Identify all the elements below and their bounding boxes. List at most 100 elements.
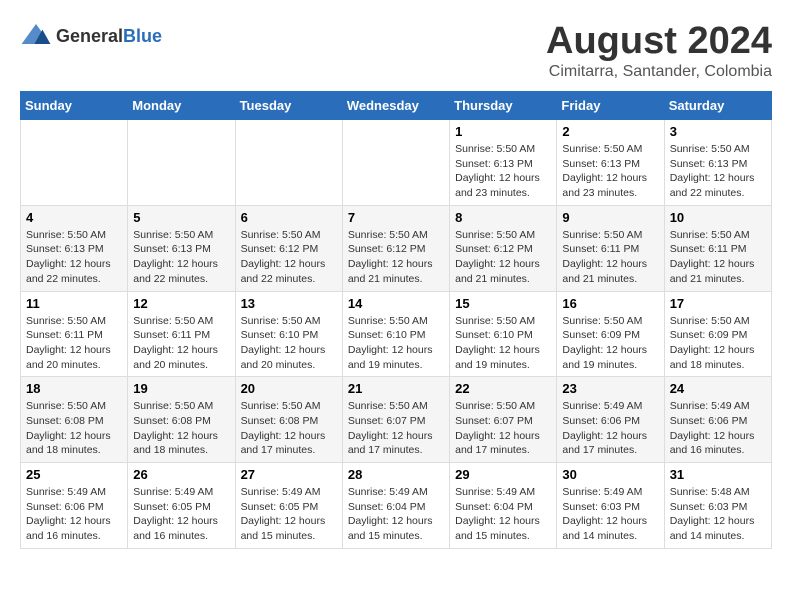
day-info: Sunrise: 5:50 AM Sunset: 6:11 PM Dayligh… bbox=[562, 228, 658, 287]
day-cell bbox=[235, 120, 342, 206]
day-info: Sunrise: 5:49 AM Sunset: 6:04 PM Dayligh… bbox=[348, 485, 444, 544]
day-cell: 14 Sunrise: 5:50 AM Sunset: 6:10 PM Dayli… bbox=[342, 291, 449, 377]
day-cell: 24 Sunrise: 5:49 AM Sunset: 6:06 PM Dayli… bbox=[664, 377, 771, 463]
day-info: Sunrise: 5:50 AM Sunset: 6:11 PM Dayligh… bbox=[670, 228, 766, 287]
day-cell: 20 Sunrise: 5:50 AM Sunset: 6:08 PM Dayli… bbox=[235, 377, 342, 463]
day-cell: 26Sunrise: 5:49 AM Sunset: 6:05 PM Dayli… bbox=[128, 463, 235, 549]
day-info: Sunrise: 5:49 AM Sunset: 6:03 PM Dayligh… bbox=[562, 485, 658, 544]
day-number: 20 bbox=[241, 381, 337, 396]
day-number: 2 bbox=[562, 124, 658, 139]
day-number: 10 bbox=[670, 210, 766, 225]
day-cell: 30 Sunrise: 5:49 AM Sunset: 6:03 PM Dayli… bbox=[557, 463, 664, 549]
day-number: 16 bbox=[562, 296, 658, 311]
day-number: 25 bbox=[26, 467, 122, 482]
title-block: August 2024 Cimitarra, Santander, Colomb… bbox=[546, 20, 772, 81]
day-header-friday: Friday bbox=[557, 92, 664, 120]
day-cell: 9 Sunrise: 5:50 AM Sunset: 6:11 PM Daylig… bbox=[557, 205, 664, 291]
day-cell: 25Sunrise: 5:49 AM Sunset: 6:06 PM Dayli… bbox=[21, 463, 128, 549]
day-info: Sunrise: 5:50 AM Sunset: 6:11 PM Dayligh… bbox=[133, 314, 229, 373]
day-number: 17 bbox=[670, 296, 766, 311]
day-header-saturday: Saturday bbox=[664, 92, 771, 120]
day-cell: 31 Sunrise: 5:48 AM Sunset: 6:03 PM Dayli… bbox=[664, 463, 771, 549]
day-cell: 27 Sunrise: 5:49 AM Sunset: 6:05 PM Dayli… bbox=[235, 463, 342, 549]
day-cell: 21Sunrise: 5:50 AM Sunset: 6:07 PM Dayli… bbox=[342, 377, 449, 463]
day-number: 30 bbox=[562, 467, 658, 482]
day-cell: 10 Sunrise: 5:50 AM Sunset: 6:11 PM Dayli… bbox=[664, 205, 771, 291]
day-info: Sunrise: 5:50 AM Sunset: 6:11 PM Dayligh… bbox=[26, 314, 122, 373]
day-info: Sunrise: 5:50 AM Sunset: 6:13 PM Dayligh… bbox=[670, 142, 766, 201]
day-cell bbox=[21, 120, 128, 206]
day-number: 31 bbox=[670, 467, 766, 482]
day-number: 8 bbox=[455, 210, 551, 225]
day-cell: 8 Sunrise: 5:50 AM Sunset: 6:12 PM Daylig… bbox=[450, 205, 557, 291]
header-row: SundayMondayTuesdayWednesdayThursdayFrid… bbox=[21, 92, 772, 120]
day-number: 1 bbox=[455, 124, 551, 139]
day-info: Sunrise: 5:50 AM Sunset: 6:13 PM Dayligh… bbox=[133, 228, 229, 287]
day-info: Sunrise: 5:49 AM Sunset: 6:06 PM Dayligh… bbox=[562, 399, 658, 458]
day-header-sunday: Sunday bbox=[21, 92, 128, 120]
day-number: 11 bbox=[26, 296, 122, 311]
day-info: Sunrise: 5:50 AM Sunset: 6:13 PM Dayligh… bbox=[455, 142, 551, 201]
day-number: 5 bbox=[133, 210, 229, 225]
day-info: Sunrise: 5:50 AM Sunset: 6:10 PM Dayligh… bbox=[241, 314, 337, 373]
day-cell: 1 Sunrise: 5:50 AM Sunset: 6:13 PM Daylig… bbox=[450, 120, 557, 206]
day-cell: 11 Sunrise: 5:50 AM Sunset: 6:11 PM Dayli… bbox=[21, 291, 128, 377]
day-number: 29 bbox=[455, 467, 551, 482]
day-cell: 6 Sunrise: 5:50 AM Sunset: 6:12 PM Daylig… bbox=[235, 205, 342, 291]
day-info: Sunrise: 5:49 AM Sunset: 6:06 PM Dayligh… bbox=[670, 399, 766, 458]
calendar-table: SundayMondayTuesdayWednesdayThursdayFrid… bbox=[20, 91, 772, 549]
week-row-4: 18 Sunrise: 5:50 AM Sunset: 6:08 PM Dayli… bbox=[21, 377, 772, 463]
day-cell: 7Sunrise: 5:50 AM Sunset: 6:12 PM Daylig… bbox=[342, 205, 449, 291]
day-number: 19 bbox=[133, 381, 229, 396]
day-number: 12 bbox=[133, 296, 229, 311]
day-number: 18 bbox=[26, 381, 122, 396]
day-info: Sunrise: 5:50 AM Sunset: 6:08 PM Dayligh… bbox=[241, 399, 337, 458]
day-info: Sunrise: 5:48 AM Sunset: 6:03 PM Dayligh… bbox=[670, 485, 766, 544]
day-info: Sunrise: 5:50 AM Sunset: 6:09 PM Dayligh… bbox=[562, 314, 658, 373]
day-number: 27 bbox=[241, 467, 337, 482]
day-number: 3 bbox=[670, 124, 766, 139]
day-header-wednesday: Wednesday bbox=[342, 92, 449, 120]
day-info: Sunrise: 5:50 AM Sunset: 6:08 PM Dayligh… bbox=[26, 399, 122, 458]
day-number: 6 bbox=[241, 210, 337, 225]
day-cell: 18 Sunrise: 5:50 AM Sunset: 6:08 PM Dayli… bbox=[21, 377, 128, 463]
day-number: 28 bbox=[348, 467, 444, 482]
day-header-monday: Monday bbox=[128, 92, 235, 120]
day-info: Sunrise: 5:50 AM Sunset: 6:12 PM Dayligh… bbox=[348, 228, 444, 287]
day-cell: 19 Sunrise: 5:50 AM Sunset: 6:08 PM Dayli… bbox=[128, 377, 235, 463]
day-number: 13 bbox=[241, 296, 337, 311]
day-info: Sunrise: 5:49 AM Sunset: 6:05 PM Dayligh… bbox=[133, 485, 229, 544]
day-info: Sunrise: 5:50 AM Sunset: 6:09 PM Dayligh… bbox=[670, 314, 766, 373]
day-number: 9 bbox=[562, 210, 658, 225]
logo: GeneralBlue bbox=[20, 20, 162, 52]
day-cell bbox=[128, 120, 235, 206]
day-info: Sunrise: 5:50 AM Sunset: 6:08 PM Dayligh… bbox=[133, 399, 229, 458]
day-number: 24 bbox=[670, 381, 766, 396]
day-cell: 28 Sunrise: 5:49 AM Sunset: 6:04 PM Dayli… bbox=[342, 463, 449, 549]
day-info: Sunrise: 5:49 AM Sunset: 6:05 PM Dayligh… bbox=[241, 485, 337, 544]
subtitle: Cimitarra, Santander, Colombia bbox=[546, 63, 772, 81]
day-cell: 13 Sunrise: 5:50 AM Sunset: 6:10 PM Dayli… bbox=[235, 291, 342, 377]
day-number: 14 bbox=[348, 296, 444, 311]
day-info: Sunrise: 5:50 AM Sunset: 6:07 PM Dayligh… bbox=[455, 399, 551, 458]
day-info: Sunrise: 5:50 AM Sunset: 6:10 PM Dayligh… bbox=[455, 314, 551, 373]
logo-text-general: General bbox=[56, 26, 123, 46]
day-cell: 23 Sunrise: 5:49 AM Sunset: 6:06 PM Dayli… bbox=[557, 377, 664, 463]
logo-icon bbox=[20, 20, 52, 52]
day-info: Sunrise: 5:50 AM Sunset: 6:10 PM Dayligh… bbox=[348, 314, 444, 373]
day-cell: 17 Sunrise: 5:50 AM Sunset: 6:09 PM Dayli… bbox=[664, 291, 771, 377]
day-number: 21 bbox=[348, 381, 444, 396]
week-row-3: 11 Sunrise: 5:50 AM Sunset: 6:11 PM Dayli… bbox=[21, 291, 772, 377]
week-row-1: 1 Sunrise: 5:50 AM Sunset: 6:13 PM Daylig… bbox=[21, 120, 772, 206]
day-number: 23 bbox=[562, 381, 658, 396]
page-header: GeneralBlue August 2024 Cimitarra, Santa… bbox=[20, 20, 772, 81]
logo-text-blue: Blue bbox=[123, 26, 162, 46]
day-info: Sunrise: 5:50 AM Sunset: 6:12 PM Dayligh… bbox=[241, 228, 337, 287]
day-cell: 12 Sunrise: 5:50 AM Sunset: 6:11 PM Dayli… bbox=[128, 291, 235, 377]
day-info: Sunrise: 5:50 AM Sunset: 6:13 PM Dayligh… bbox=[562, 142, 658, 201]
day-cell: 29Sunrise: 5:49 AM Sunset: 6:04 PM Dayli… bbox=[450, 463, 557, 549]
day-cell: 16 Sunrise: 5:50 AM Sunset: 6:09 PM Dayli… bbox=[557, 291, 664, 377]
day-number: 22 bbox=[455, 381, 551, 396]
week-row-2: 4Sunrise: 5:50 AM Sunset: 6:13 PM Daylig… bbox=[21, 205, 772, 291]
day-info: Sunrise: 5:50 AM Sunset: 6:12 PM Dayligh… bbox=[455, 228, 551, 287]
